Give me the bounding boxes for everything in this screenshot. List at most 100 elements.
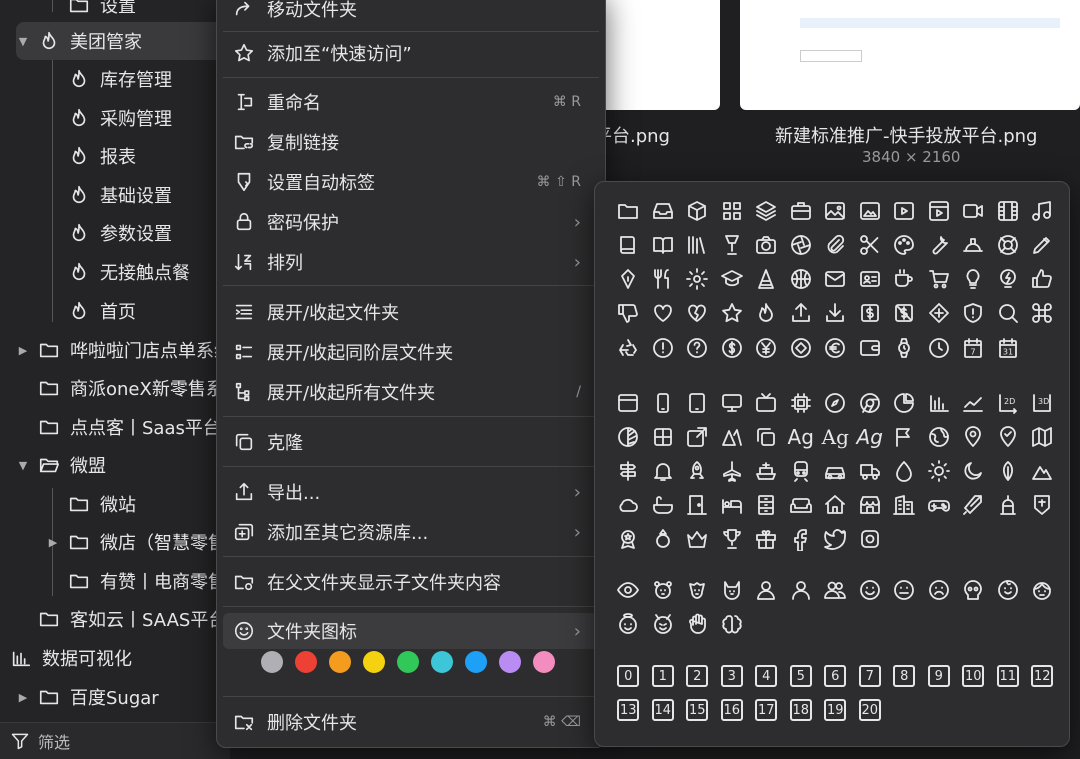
color-swatch-red[interactable] (295, 651, 317, 673)
mountain-icon[interactable] (1025, 454, 1060, 488)
neutral-icon[interactable] (887, 573, 922, 607)
filter-bar[interactable]: 筛选 (0, 722, 230, 759)
dollarslash-icon[interactable] (887, 296, 922, 330)
text-ag-icon[interactable]: Ag (784, 420, 819, 454)
sidebar-item-report[interactable]: 报表 (66, 137, 136, 175)
palette-icon[interactable] (887, 228, 922, 262)
library-icon[interactable] (680, 228, 715, 262)
number-6-icon[interactable]: 6 (818, 659, 853, 693)
film-icon[interactable] (991, 194, 1026, 228)
scissors-icon[interactable] (853, 228, 888, 262)
color-swatch-gray[interactable] (261, 651, 283, 673)
flame-icon[interactable] (749, 296, 784, 330)
smile-icon[interactable] (853, 573, 888, 607)
wrench-icon[interactable] (922, 228, 957, 262)
users-icon[interactable] (818, 573, 853, 607)
tablet-icon[interactable] (680, 386, 715, 420)
menu-item-expand-same-level[interactable]: 展开/收起同阶层文件夹 (223, 334, 599, 370)
play-icon[interactable] (887, 194, 922, 228)
music-icon[interactable] (1025, 194, 1060, 228)
number-19-icon[interactable]: 19 (818, 693, 853, 727)
girl-icon[interactable] (1025, 573, 1060, 607)
number-10-icon[interactable]: 10 (956, 659, 991, 693)
heart-icon[interactable] (646, 296, 681, 330)
bath-icon[interactable] (646, 488, 681, 522)
mail-icon[interactable] (818, 262, 853, 296)
lamp-icon[interactable] (715, 228, 750, 262)
number-1-icon[interactable]: 1 (646, 659, 681, 693)
watch-icon[interactable] (887, 331, 922, 365)
sidebar-item-home[interactable]: 首页 (66, 292, 136, 330)
browser-icon[interactable] (611, 386, 646, 420)
sidebar-item-dataviz[interactable]: 数据可视化 (8, 639, 132, 677)
number-7-icon[interactable]: 7 (853, 659, 888, 693)
number-16-icon[interactable]: 16 (715, 693, 750, 727)
devil-icon[interactable] (646, 607, 681, 641)
extlink-icon[interactable] (680, 420, 715, 454)
medal-icon[interactable] (611, 522, 646, 556)
menu-item-sort[interactable]: 排列 › (223, 244, 599, 280)
sad-icon[interactable] (922, 573, 957, 607)
color-swatch-pink[interactable] (533, 651, 555, 673)
thumbup-icon[interactable] (1025, 262, 1060, 296)
userA-icon[interactable] (784, 573, 819, 607)
menu-item-move-folder[interactable]: 移动文件夹 (223, 0, 599, 27)
ball-icon[interactable] (784, 262, 819, 296)
angel-icon[interactable] (611, 607, 646, 641)
sidebar-item-meituan[interactable]: ▼ 美团管家 (16, 22, 230, 60)
gear-icon[interactable] (680, 262, 715, 296)
plane-icon[interactable] (715, 454, 750, 488)
color-swatch-purple[interactable] (499, 651, 521, 673)
rocket-icon[interactable] (680, 454, 715, 488)
menu-item-auto-tag[interactable]: 设置自动标签 ⌘ ⇧ R (223, 164, 599, 200)
layers-icon[interactable] (749, 194, 784, 228)
door-icon[interactable] (680, 488, 715, 522)
calendar-7-icon[interactable]: 7 (956, 331, 991, 365)
squares-icon[interactable] (646, 420, 681, 454)
flag-icon[interactable] (887, 420, 922, 454)
leaf-icon[interactable] (991, 454, 1026, 488)
baby-icon[interactable] (991, 573, 1026, 607)
menu-item-copy-link[interactable]: 复制链接 (223, 124, 599, 160)
car-icon[interactable] (818, 454, 853, 488)
briefcase-icon[interactable] (784, 194, 819, 228)
expand-triangle-icon[interactable]: ▶ (46, 536, 60, 549)
monitor-icon[interactable] (715, 386, 750, 420)
bulb-icon[interactable] (956, 262, 991, 296)
halfcircle-icon[interactable] (611, 420, 646, 454)
phone-icon[interactable] (646, 386, 681, 420)
sidebar-item-shangpai[interactable]: 商派oneX新零售系统 (36, 369, 242, 407)
sidebar-item-purchase[interactable]: 采购管理 (66, 99, 172, 137)
dollarc-icon[interactable] (715, 331, 750, 365)
bell-icon[interactable] (646, 454, 681, 488)
upload-icon[interactable] (784, 296, 819, 330)
color-swatch-yellow[interactable] (363, 651, 385, 673)
skull-icon[interactable] (956, 573, 991, 607)
sidebar-item-settings[interactable]: 设置 (66, 0, 136, 24)
sidebar-item-inventory[interactable]: 库存管理 (66, 60, 172, 98)
thumbnail-right[interactable] (740, 0, 1080, 110)
number-9-icon[interactable]: 9 (922, 659, 957, 693)
camera-icon[interactable] (749, 228, 784, 262)
menu-item-password[interactable]: 密码保护 › (223, 204, 599, 240)
number-13-icon[interactable]: 13 (611, 693, 646, 727)
sidebar-item-hualala[interactable]: ▶ 哗啦啦门店点单系统 (16, 331, 232, 369)
playbox-icon[interactable] (922, 194, 957, 228)
triangles-icon[interactable] (715, 420, 750, 454)
color-swatch-cyan[interactable] (431, 651, 453, 673)
thumbdown-icon[interactable] (611, 296, 646, 330)
menu-item-show-subfolder[interactable]: 在父文件夹显示子文件夹内容 (223, 564, 599, 600)
menu-item-folder-icon[interactable]: 文件夹图标 › (223, 613, 599, 649)
heartbreak-icon[interactable] (680, 296, 715, 330)
user-icon[interactable] (749, 573, 784, 607)
house-icon[interactable] (818, 488, 853, 522)
eye-icon[interactable] (611, 573, 646, 607)
bolt-icon[interactable] (991, 262, 1026, 296)
yen-icon[interactable] (749, 331, 784, 365)
dim3d-icon[interactable]: 3D (1025, 386, 1060, 420)
menu-item-delete-folder[interactable]: 删除文件夹 ⌘ ⌫ (223, 704, 599, 740)
expand-triangle-icon[interactable]: ▶ (16, 344, 30, 357)
number-15-icon[interactable]: 15 (680, 693, 715, 727)
menu-item-rename[interactable]: 重命名 ⌘ R (223, 84, 599, 120)
command-icon[interactable] (1025, 296, 1060, 330)
